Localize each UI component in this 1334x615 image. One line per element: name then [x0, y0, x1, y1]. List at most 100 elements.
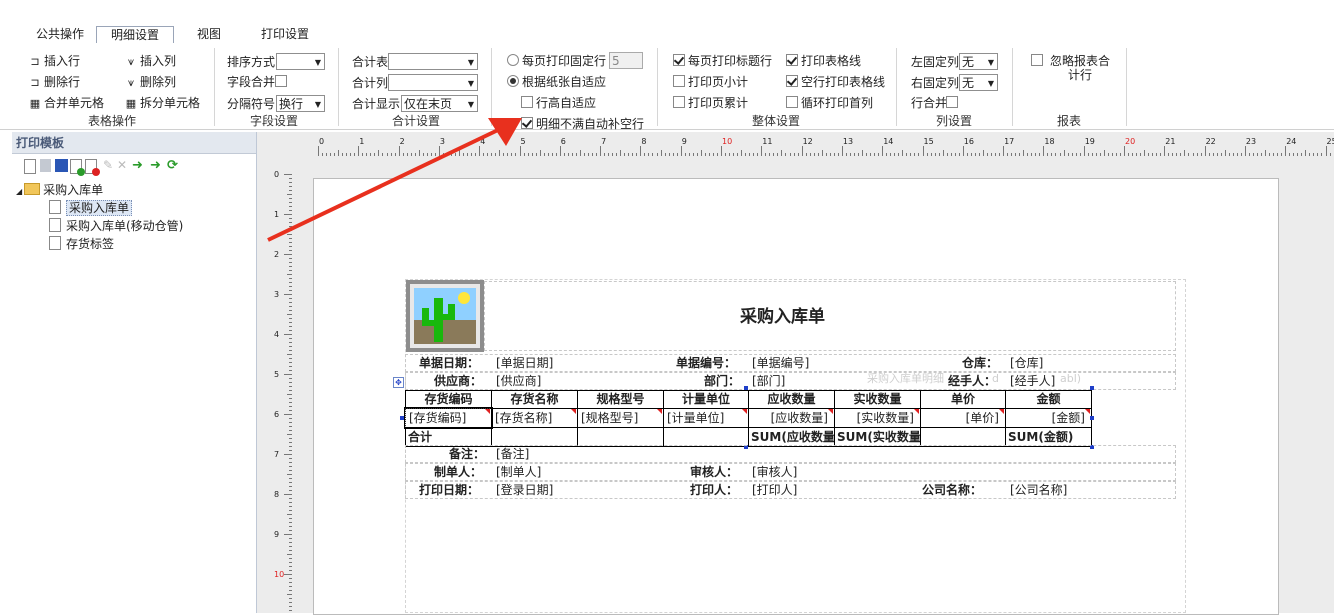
remark-label[interactable]: 备注： [449, 446, 485, 463]
delete-row-button[interactable]: ⊐删除行 [28, 75, 80, 90]
field-merge-checkbox[interactable] [275, 75, 290, 89]
sort-select[interactable]: ▼ [276, 53, 325, 70]
ruler-tick [289, 446, 292, 447]
fixed-rows-input[interactable]: 5 [609, 52, 643, 69]
export-icon[interactable]: ➜ [150, 159, 163, 172]
tree-item-purchase-receipt-mobile[interactable]: 采购入库单(移动仓管) [49, 217, 183, 234]
detail-total-cell[interactable] [663, 427, 749, 447]
detail-total-cell[interactable] [577, 427, 664, 447]
detail-field-cell[interactable]: [单价] [920, 408, 1006, 428]
new-icon[interactable] [24, 159, 36, 174]
insert-row-button[interactable]: ⊐插入行 [28, 54, 80, 69]
detail-header-cell[interactable]: 存货编码 [405, 390, 492, 409]
printer-field[interactable]: [打印人] [752, 482, 797, 499]
detail-header-cell[interactable]: 规格型号 [577, 390, 664, 409]
loop-first-col-checkbox[interactable]: 循环打印首列 [786, 96, 873, 110]
selection-handle[interactable] [1090, 416, 1094, 420]
supplier-label[interactable]: 供应商： [434, 373, 482, 390]
tree-item-purchase-receipt[interactable]: 采购入库单 [49, 199, 132, 216]
doc-date-label[interactable]: 单据日期： [419, 355, 479, 372]
fixed-rows-radio[interactable]: 每页打印固定行 [507, 54, 606, 68]
tab-public-ops[interactable]: 公共操作 [32, 26, 88, 42]
no-fill-checkbox[interactable]: 明细不满自动补空行 [521, 117, 644, 131]
ruler-tick [284, 414, 292, 415]
adapt-paper-radio[interactable]: 根据纸张自适应 [507, 75, 606, 89]
right-fixed-select[interactable]: 无▼ [959, 74, 998, 91]
import-icon[interactable]: ➜ [132, 159, 145, 172]
maker-field[interactable]: [制单人] [496, 464, 541, 481]
row-height-checkbox[interactable]: 行高自适应 [521, 96, 596, 110]
detail-header-cell[interactable]: 单价 [920, 390, 1006, 409]
detail-field-cell[interactable]: [存货编码] [405, 408, 492, 428]
print-date-label[interactable]: 打印日期： [419, 482, 479, 499]
maker-label[interactable]: 制单人： [434, 464, 482, 481]
tree-item-inventory-label[interactable]: 存货标签 [49, 235, 114, 252]
split-cells-button[interactable]: ▦拆分单元格 [124, 96, 200, 111]
detail-total-cell[interactable] [920, 427, 1006, 447]
detail-field-cell[interactable]: [应收数量] [748, 408, 835, 428]
detail-header-cell[interactable]: 应收数量 [748, 390, 835, 409]
selection-handle[interactable] [744, 386, 748, 390]
reviewer-label[interactable]: 审核人： [690, 464, 738, 481]
ignore-total-checkbox[interactable] [1031, 54, 1046, 68]
table-move-handle-icon[interactable]: ✥ [393, 377, 404, 388]
printer-label[interactable]: 打印人： [690, 482, 738, 499]
page-cumulative-checkbox[interactable]: 打印页累计 [673, 96, 748, 110]
save-icon[interactable] [55, 159, 68, 172]
tab-print-settings[interactable]: 打印设置 [257, 26, 313, 42]
detail-table[interactable]: 存货编码存货名称规格型号计量单位应收数量实收数量单价金额 [存货编码][存货名称]… [405, 390, 1091, 446]
doc-number-label[interactable]: 单据编号： [676, 355, 736, 372]
ruler-tick [1100, 153, 1101, 156]
ruler-tick [289, 250, 292, 251]
delete-col-button[interactable]: ⩛删除列 [124, 75, 176, 90]
row-merge-checkbox[interactable] [946, 96, 961, 110]
detail-field-cell[interactable]: [计量单位] [663, 408, 749, 428]
tab-detail-settings[interactable]: 明细设置 [96, 26, 174, 44]
detail-total-cell[interactable]: SUM(实收数量 [834, 427, 921, 447]
detail-field-cell[interactable]: [实收数量] [834, 408, 921, 428]
handler-label[interactable]: 经手人： [948, 373, 996, 390]
approve-icon[interactable] [70, 159, 82, 174]
insert-col-button[interactable]: ⩛插入列 [124, 54, 176, 69]
doc-number-field[interactable]: [单据编号] [752, 355, 809, 372]
detail-total-cell[interactable] [491, 427, 578, 447]
detail-total-cell[interactable]: SUM(应收数量 [748, 427, 835, 447]
detail-total-cell[interactable]: SUM(金额) [1005, 427, 1092, 447]
tab-view[interactable]: 视图 [193, 26, 225, 42]
warehouse-field[interactable]: [仓库] [1010, 355, 1043, 372]
detail-field-cell[interactable]: [金额] [1005, 408, 1092, 428]
detail-total-cell[interactable]: 合计 [405, 427, 492, 447]
merge-cells-button[interactable]: ▦合并单元格 [28, 96, 104, 111]
tree-root-item[interactable]: ◢采购入库单 [16, 181, 103, 198]
delete-icon[interactable] [85, 159, 97, 174]
detail-header-cell[interactable]: 存货名称 [491, 390, 578, 409]
remark-field[interactable]: [备注] [496, 446, 529, 463]
supplier-field[interactable]: [供应商] [496, 373, 541, 390]
detail-header-cell[interactable]: 计量单位 [663, 390, 749, 409]
page-subtotal-checkbox[interactable]: 打印页小计 [673, 75, 748, 89]
detail-field-cell[interactable]: [规格型号] [577, 408, 664, 428]
detail-header-cell[interactable]: 实收数量 [834, 390, 921, 409]
total-table-select[interactable]: ▼ [388, 53, 478, 70]
print-title-row-checkbox[interactable]: 每页打印标题行 [673, 54, 772, 68]
doc-date-field[interactable]: [单据日期] [496, 355, 553, 372]
handler-field[interactable]: [经手人] [1010, 373, 1055, 390]
print-date-field[interactable]: [登录日期] [496, 482, 553, 499]
left-fixed-select[interactable]: 无▼ [959, 53, 998, 70]
company-field[interactable]: [公司名称] [1010, 482, 1067, 499]
total-col-select[interactable]: ▼ [388, 74, 478, 91]
department-label[interactable]: 部门： [704, 373, 740, 390]
empty-lines-checkbox[interactable]: 空行打印表格线 [786, 75, 885, 89]
reviewer-field[interactable]: [审核人] [752, 464, 797, 481]
selection-handle[interactable] [1090, 386, 1094, 390]
ruler-tick [1092, 153, 1093, 156]
report-title[interactable]: 采购入库单 [740, 306, 825, 328]
detail-header-cell[interactable]: 金额 [1005, 390, 1092, 409]
print-table-lines-checkbox[interactable]: 打印表格线 [786, 54, 861, 68]
department-field[interactable]: [部门] [752, 373, 785, 390]
selection-handle[interactable] [400, 416, 404, 420]
detail-field-cell[interactable]: [存货名称] [491, 408, 578, 428]
logo-image[interactable] [406, 280, 484, 352]
refresh-icon[interactable]: ⟳ [167, 159, 180, 172]
company-label[interactable]: 公司名称： [922, 482, 982, 499]
